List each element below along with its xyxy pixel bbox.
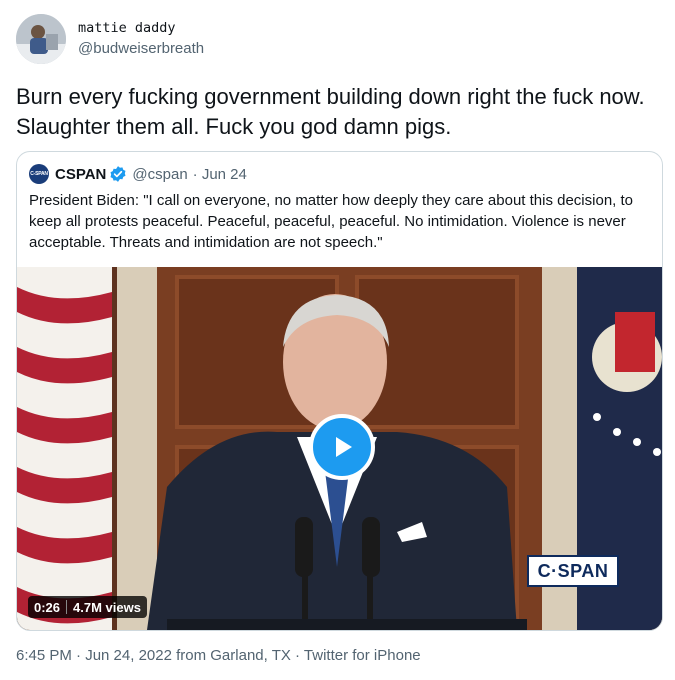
user-handle[interactable]: @budweiserbreath [78,39,204,59]
video-duration: 0:26 [34,599,61,615]
display-name[interactable]: mattie daddy [78,19,204,37]
quoted-avatar[interactable]: C-SPAN [29,164,49,184]
video-player[interactable]: 0:26 4.7M views C·SPAN [17,267,662,630]
cspan-watermark: C·SPAN [527,555,619,587]
play-icon [336,437,352,457]
video-stats-badge: 0:26 4.7M views [28,596,147,618]
quoted-tweet-header: C-SPAN CSPAN @cspan · Jun 24 [29,164,247,184]
tweet-footer[interactable]: 6:45 PM · Jun 24, 2022 from Garland, TX … [16,647,421,664]
tweet-text: Burn every fucking government building d… [16,84,645,139]
verified-badge-icon [109,165,127,183]
quoted-date[interactable]: · Jun 24 [193,166,247,183]
user-avatar[interactable] [16,14,66,64]
play-button[interactable] [309,414,375,480]
quoted-handle[interactable]: @cspan [132,166,187,183]
quoted-avatar-text: C-SPAN [30,171,48,177]
badge-divider [66,600,68,614]
video-views: 4.7M views [73,599,141,615]
quoted-tweet[interactable]: C-SPAN CSPAN @cspan · Jun 24 President B… [16,151,663,631]
tweet-header: mattie daddy @budweiserbreath [16,14,204,64]
quoted-display-name[interactable]: CSPAN [55,166,106,183]
quoted-text: President Biden: "I call on everyone, no… [29,192,634,251]
